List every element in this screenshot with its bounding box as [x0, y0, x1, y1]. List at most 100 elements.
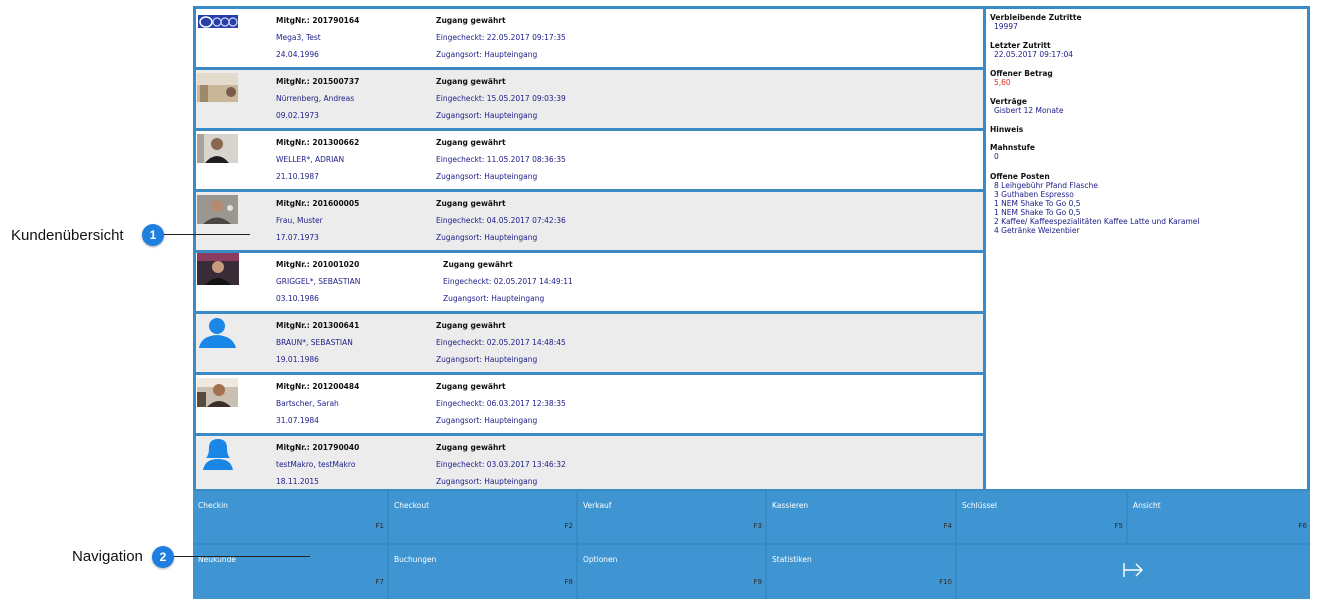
checkin-time: Eingecheckt: 03.03.2017 13:46:32 [436, 460, 566, 469]
checkin-time: Eingecheckt: 22.05.2017 09:17:35 [436, 33, 566, 42]
last-entry-label: Letzter Zutritt [990, 41, 1051, 50]
exit-button[interactable] [957, 545, 1310, 599]
callout-badge-1: 1 [142, 224, 164, 246]
kassieren-button[interactable]: Kassieren F4 [767, 491, 955, 543]
checkin-shortcut: F1 [375, 522, 384, 530]
member-row[interactable]: MitgNr.: 201790040 testMakro, testMakro … [196, 436, 983, 489]
verkauf-shortcut: F3 [753, 522, 762, 530]
checkout-shortcut: F2 [564, 522, 573, 530]
access-status: Zugang gewährt [443, 260, 513, 269]
callout-leader-line [174, 556, 310, 557]
checkout-button[interactable]: Checkout F2 [389, 491, 576, 543]
member-name: WELLER*, ADRIAN [276, 155, 345, 164]
member-row[interactable]: MitgNr.: 201300641 BRAUN*, SEBASTIAN 19.… [196, 314, 983, 372]
open-item: 1 NEM Shake To Go 0,5 [994, 199, 1081, 208]
ansicht-button[interactable]: Ansicht F6 [1128, 491, 1310, 543]
member-number: MitgNr.: 201300662 [276, 138, 360, 147]
checkin-time: Eingecheckt: 15.05.2017 09:03:39 [436, 94, 566, 103]
verkauf-button-label: Verkauf [583, 501, 612, 510]
access-location: Zugangsort: Haupteingang [436, 477, 538, 486]
statistiken-button[interactable]: Statistiken F10 [767, 545, 955, 599]
member-photo [197, 253, 239, 285]
checkin-time: Eingecheckt: 06.03.2017 12:38:35 [436, 399, 566, 408]
member-name: testMakro, testMakro [276, 460, 356, 469]
member-birthdate: 31.07.1984 [276, 416, 319, 425]
access-status: Zugang gewährt [436, 382, 506, 391]
schluessel-button[interactable]: Schlüssel F5 [957, 491, 1126, 543]
member-row[interactable]: MitgNr.: 201300662 WELLER*, ADRIAN 21.10… [196, 131, 983, 189]
navigation-bar: Checkin F1 Checkout F2 Verkauf F3 Kassie… [193, 491, 1310, 599]
note: Hinweis [990, 125, 1023, 134]
member-birthdate: 17.07.1973 [276, 233, 319, 242]
contracts: Verträge Gisbert 12 Monate [990, 97, 1063, 115]
access-status: Zugang gewährt [436, 199, 506, 208]
member-birthdate: 03.10.1986 [276, 294, 319, 303]
open-item: 4 Getränke Weizenbier [994, 226, 1080, 235]
buchungen-button[interactable]: Buchungen F8 [389, 545, 576, 599]
checkin-time: Eingecheckt: 04.05.2017 07:42:36 [436, 216, 566, 225]
optionen-button[interactable]: Optionen F9 [578, 545, 765, 599]
access-status: Zugang gewährt [436, 321, 506, 330]
open-amount-value: 5,60 [994, 78, 1011, 87]
member-name: Mega3, Test [276, 33, 321, 42]
remaining-entries-value: 19997 [994, 22, 1018, 31]
open-item: 2 Kaffee/ Kaffeespezialitäten Kaffee Lat… [994, 217, 1200, 226]
member-list: MitgNr.: 201790164 Mega3, Test 24.04.199… [196, 9, 983, 489]
logo-image [198, 14, 238, 28]
contracts-value: Gisbert 12 Monate [994, 106, 1064, 115]
member-name: GRIGGEL*, SEBASTIAN [276, 277, 361, 286]
access-status: Zugang gewährt [436, 138, 506, 147]
checkin-button[interactable]: Checkin F1 [193, 491, 387, 543]
callout-label-navigation: Navigation [72, 548, 143, 565]
access-status: Zugang gewährt [436, 16, 506, 25]
checkin-button-label: Checkin [198, 501, 228, 510]
member-photo [197, 378, 238, 407]
kassieren-button-label: Kassieren [772, 501, 809, 510]
member-row[interactable]: MitgNr.: 201001020 GRIGGEL*, SEBASTIAN 0… [196, 253, 983, 311]
buchungen-button-label: Buchungen [394, 555, 437, 564]
remaining-entries-label: Verbleibende Zutritte [990, 13, 1082, 22]
open-item: 8 Leihgebühr Pfand Flasche [994, 181, 1098, 190]
open-amount-label: Offener Betrag [990, 69, 1053, 78]
checkin-time: Eingecheckt: 02.05.2017 14:48:45 [436, 338, 566, 347]
member-row[interactable]: MitgNr.: 201600005 Frau, Muster 17.07.19… [196, 192, 983, 250]
access-location: Zugangsort: Haupteingang [436, 172, 538, 181]
neukunde-button[interactable]: Neukunde F7 [193, 545, 387, 599]
member-number: MitgNr.: 201500737 [276, 77, 360, 86]
open-item: 3 Guthaben Espresso [994, 190, 1074, 199]
member-birthdate: 21.10.1987 [276, 172, 319, 181]
member-number: MitgNr.: 201200484 [276, 382, 360, 391]
access-location: Zugangsort: Haupteingang [436, 111, 538, 120]
member-birthdate: 18.11.2015 [276, 477, 319, 486]
remaining-entries: Verbleibende Zutritte 19997 [990, 13, 1082, 31]
open-items: Offene Posten 8 Leihgebühr Pfand Flasche… [990, 172, 1199, 235]
schluessel-shortcut: F5 [1114, 522, 1123, 530]
member-row[interactable]: MitgNr.: 201790164 Mega3, Test 24.04.199… [196, 9, 983, 67]
verkauf-button[interactable]: Verkauf F3 [578, 491, 765, 543]
member-row[interactable]: MitgNr.: 201200484 Bartscher, Sarah 31.0… [196, 375, 983, 433]
note-label: Hinweis [990, 125, 1024, 134]
exit-arrow-icon [1122, 561, 1145, 583]
access-location: Zugangsort: Haupteingang [436, 233, 538, 242]
ansicht-shortcut: F6 [1298, 522, 1307, 530]
member-number: MitgNr.: 201790040 [276, 443, 360, 452]
access-location: Zugangsort: Haupteingang [436, 355, 538, 364]
access-location: Zugangsort: Haupteingang [436, 416, 538, 425]
member-details-panel: Verbleibende Zutritte 19997 Letzter Zutr… [986, 9, 1307, 489]
open-amount: Offener Betrag 5,60 [990, 69, 1053, 87]
open-item: 1 NEM Shake To Go 0,5 [994, 208, 1081, 217]
open-items-label: Offene Posten [990, 172, 1050, 181]
access-status: Zugang gewährt [436, 77, 506, 86]
member-row[interactable]: MitgNr.: 201500737 Nürrenberg, Andreas 0… [196, 70, 983, 128]
member-number: MitgNr.: 201600005 [276, 199, 360, 208]
member-name: Bartscher, Sarah [276, 399, 339, 408]
member-birthdate: 09.02.1973 [276, 111, 319, 120]
dunning-level: Mahnstufe 0 [990, 143, 1035, 161]
member-number: MitgNr.: 201790164 [276, 16, 360, 25]
female-avatar-icon [197, 438, 238, 470]
callout-badge-2: 2 [152, 546, 174, 568]
member-number: MitgNr.: 201001020 [276, 260, 360, 269]
optionen-shortcut: F9 [753, 578, 762, 586]
callout-leader-line [164, 234, 250, 235]
last-entry: Letzter Zutritt 22.05.2017 09:17:04 [990, 41, 1073, 59]
